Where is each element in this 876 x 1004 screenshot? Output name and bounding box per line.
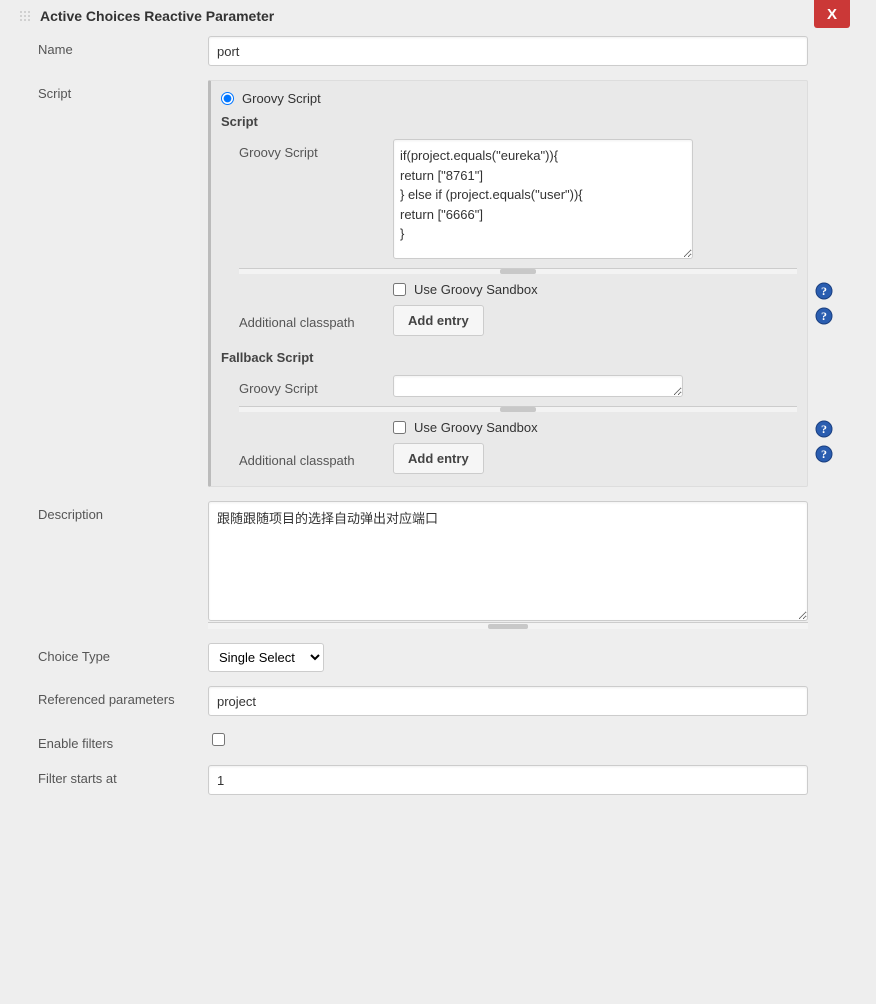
groovy-script-option-label: Groovy Script xyxy=(242,91,321,106)
svg-text:?: ? xyxy=(821,309,827,323)
use-sandbox-label: Use Groovy Sandbox xyxy=(414,420,538,435)
svg-text:?: ? xyxy=(821,447,827,461)
additional-classpath-label-2: Additional classpath xyxy=(239,443,393,468)
script-subheader: Script xyxy=(221,114,797,129)
drag-handle-icon[interactable] xyxy=(18,9,32,23)
use-sandbox-checkbox-2[interactable] xyxy=(393,421,406,434)
add-entry-button-2[interactable]: Add entry xyxy=(393,443,484,474)
fallback-script-textarea[interactable] xyxy=(393,375,683,397)
script-label: Script xyxy=(18,80,208,101)
help-icon[interactable]: ? xyxy=(815,445,833,463)
enable-filters-label: Enable filters xyxy=(18,730,208,751)
choice-type-label: Choice Type xyxy=(18,643,208,664)
enable-filters-checkbox[interactable] xyxy=(212,733,225,746)
name-input[interactable] xyxy=(208,36,808,66)
help-icon[interactable]: ? xyxy=(815,282,833,300)
script-panel: Groovy Script Script Groovy Script xyxy=(208,80,808,487)
use-sandbox-checkbox-1[interactable] xyxy=(393,283,406,296)
groovy-script-textarea[interactable] xyxy=(393,139,693,259)
choice-type-select[interactable]: Single SelectMulti SelectRadio ButtonsCh… xyxy=(208,643,324,672)
additional-classpath-label: Additional classpath xyxy=(239,305,393,330)
filter-starts-at-label: Filter starts at xyxy=(18,765,208,786)
fallback-subheader: Fallback Script xyxy=(221,350,797,365)
resize-handle[interactable] xyxy=(239,406,797,412)
section-header: Active Choices Reactive Parameter xyxy=(18,8,858,24)
name-label: Name xyxy=(18,36,208,57)
fallback-groovy-script-label: Groovy Script xyxy=(239,375,393,396)
add-entry-button-1[interactable]: Add entry xyxy=(393,305,484,336)
referenced-parameters-input[interactable] xyxy=(208,686,808,716)
close-button[interactable]: X xyxy=(814,0,850,28)
resize-handle[interactable] xyxy=(208,622,808,629)
svg-text:?: ? xyxy=(821,284,827,298)
svg-text:?: ? xyxy=(821,422,827,436)
description-label: Description xyxy=(18,501,208,522)
help-icon[interactable]: ? xyxy=(815,420,833,438)
groovy-script-label: Groovy Script xyxy=(239,139,393,160)
description-textarea[interactable] xyxy=(208,501,808,621)
groovy-script-radio[interactable] xyxy=(221,92,234,105)
help-icon[interactable]: ? xyxy=(815,307,833,325)
referenced-parameters-label: Referenced parameters xyxy=(18,686,208,707)
resize-handle[interactable] xyxy=(239,268,797,274)
filter-starts-at-input[interactable] xyxy=(208,765,808,795)
section-title: Active Choices Reactive Parameter xyxy=(40,8,274,24)
use-sandbox-label: Use Groovy Sandbox xyxy=(414,282,538,297)
